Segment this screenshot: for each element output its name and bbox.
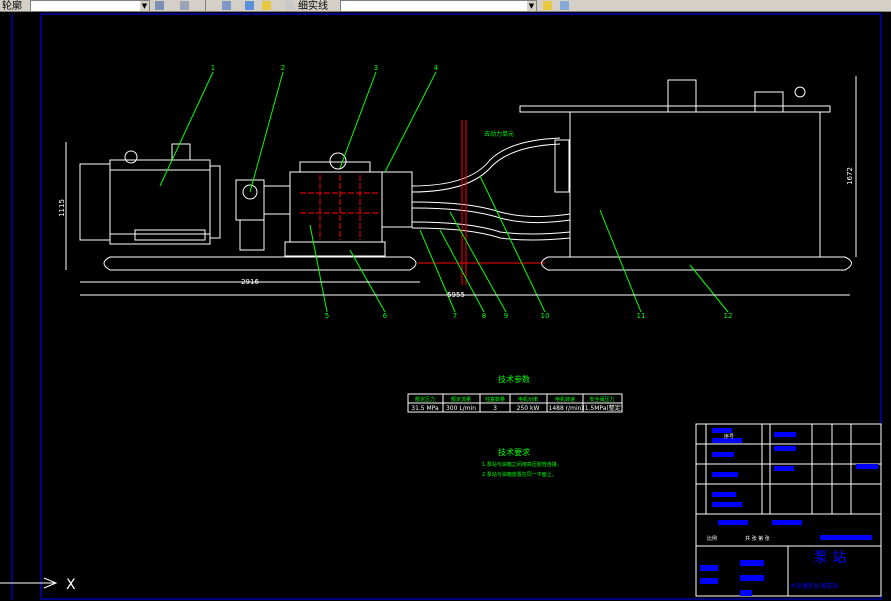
balloon: 7 [453, 312, 457, 320]
tech-param-value: 300 L/min [446, 405, 476, 412]
tech-param-value: 1488 r/min [549, 405, 582, 412]
layer-lock-icon[interactable] [285, 1, 294, 10]
tech-requirements-title: 技术要求 [498, 447, 530, 457]
layer-state-icon[interactable] [222, 1, 231, 10]
layer-label: 轮廓 [2, 1, 22, 12]
dimension-height-left: 1115 [58, 199, 66, 217]
layer-dropdown[interactable]: ▼ [30, 0, 150, 11]
cad-toolbar: 轮廓 ▼ 细实线 ▼ [0, 0, 891, 12]
layer-manager-icon[interactable] [155, 1, 164, 10]
balloon: 6 [383, 312, 388, 320]
title-block-scale-label: 比例 [707, 535, 717, 542]
layer-isolate-icon[interactable] [245, 1, 254, 10]
tech-param-value: 250 kW [517, 405, 540, 412]
balloon: 3 [374, 64, 378, 72]
balloon: 4 [434, 64, 439, 72]
title-block-sheet-label: 共 张 第 张 [745, 535, 770, 542]
balloon: 12 [724, 312, 733, 320]
tech-param-value: 3 [493, 405, 497, 412]
dimension-base-length: 2916 [241, 278, 259, 286]
linetype-dropdown[interactable]: ▼ [340, 0, 537, 11]
balloon: 8 [482, 312, 486, 320]
linetype-value: 细实线 [298, 1, 328, 12]
tech-param-header: 柱塞数量 [485, 396, 505, 403]
toolbar-separator [205, 0, 206, 11]
balloon: 11 [637, 312, 646, 320]
tech-param-value: 31.5MPa(整定) [581, 404, 623, 412]
drawing-canvas[interactable]: 1 2 3 4 5 6 7 8 9 10 11 12 去动力单元 2916 59… [0, 12, 891, 601]
model-space-background [0, 12, 891, 601]
dimension-overall-length: 5955 [447, 291, 465, 299]
dimension-height-right: 1672 [846, 167, 854, 185]
tech-requirement-line: 1.泵站与油箱之间用高压胶管连接。 [482, 461, 562, 468]
title-block-label: 序号 [724, 433, 734, 440]
balloon: 1 [211, 64, 215, 72]
tech-param-header: 额定压力 [415, 396, 435, 403]
hose-callout: 去动力单元 [484, 130, 514, 138]
tech-param-header: 电机功率 [518, 396, 538, 403]
tech-requirement-line: 2.泵站与油箱放置在同一平面上。 [482, 471, 557, 478]
tech-param-header: 安全阀压力 [589, 396, 614, 403]
balloon: 9 [504, 312, 508, 320]
tech-param-header: 额定流量 [451, 396, 471, 403]
tech-params-title: 技术参数 [498, 374, 530, 384]
balloon: 2 [281, 64, 285, 72]
title-block-subtitle: 大流量乳化液泵站 [790, 582, 838, 590]
chevron-down-icon: ▼ [140, 1, 149, 11]
chevron-down-icon: ▼ [527, 1, 536, 11]
lineweight-icon[interactable] [560, 1, 569, 10]
balloon: 10 [541, 312, 550, 320]
tech-param-header: 电机转速 [555, 396, 575, 403]
title-block-name: 泵 站 [814, 550, 846, 566]
balloon: 5 [325, 312, 329, 320]
tech-param-value: 31.5 MPa [411, 405, 439, 412]
layer-freeze-icon[interactable] [262, 1, 271, 10]
color-control-icon[interactable] [543, 1, 552, 10]
ucs-x-label: X [66, 577, 76, 593]
layer-previous-icon[interactable] [180, 1, 189, 10]
